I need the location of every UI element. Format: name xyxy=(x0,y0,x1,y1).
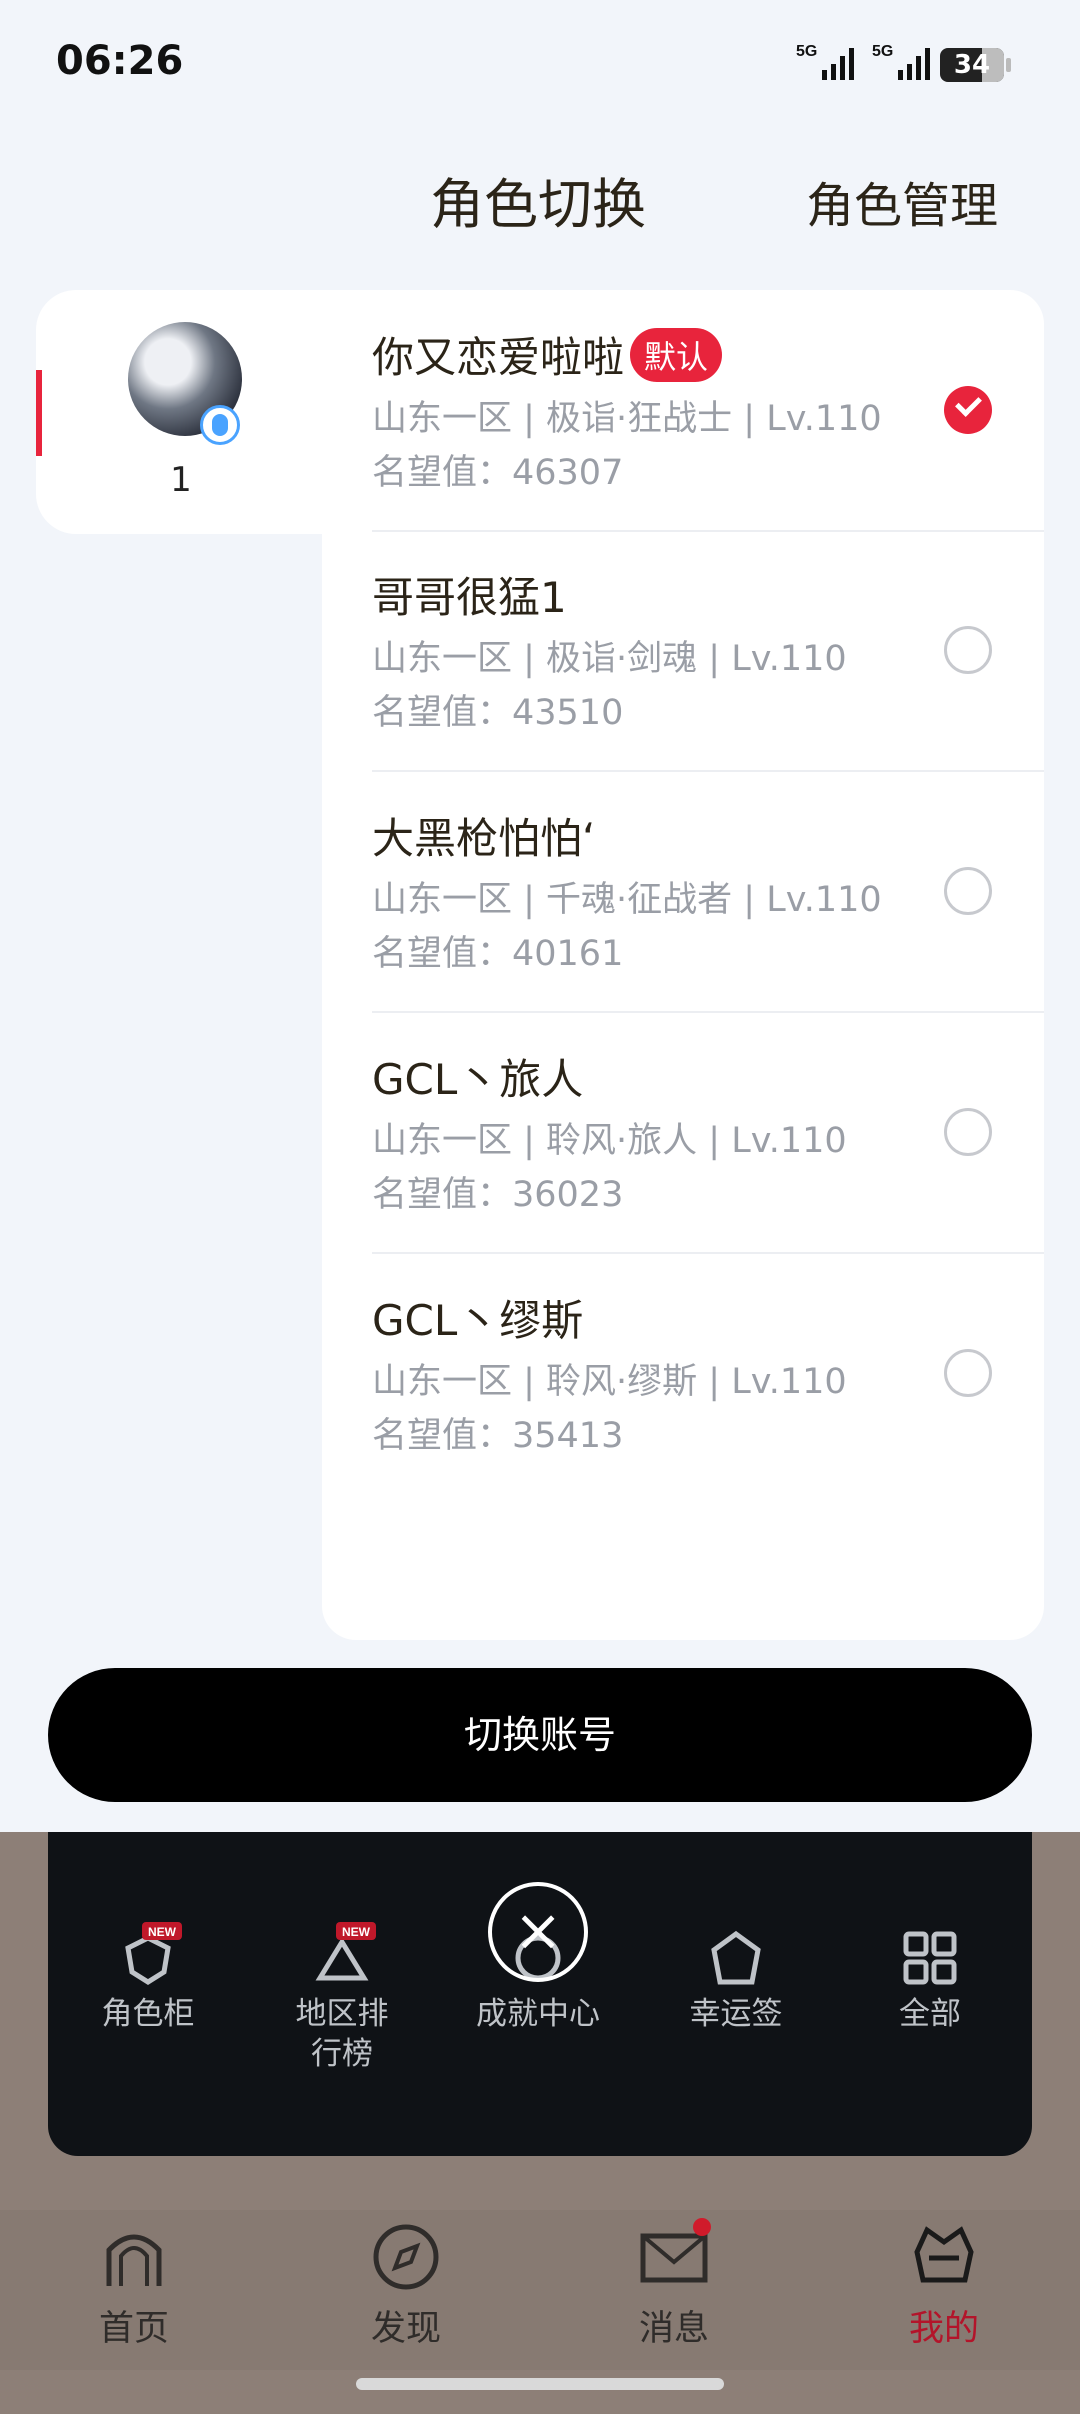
unread-dot xyxy=(693,2218,711,2236)
role-item[interactable]: 哥哥很猛1 山东一区 | 极诣·剑魂 | Lv.110 名望值：43510 xyxy=(372,530,1044,772)
quick-item-label: 地区排行榜 xyxy=(295,1996,389,2072)
home-icon xyxy=(99,2222,169,2292)
role-name: 哥哥很猛1 xyxy=(372,573,567,622)
tab-messages[interactable]: 消息 xyxy=(584,2218,764,2351)
status-bar: 06:26 5G 5G 34 xyxy=(0,0,1080,126)
svg-text:5G: 5G xyxy=(872,43,893,60)
role-manage-button[interactable]: 角色管理 xyxy=(806,166,998,236)
role-server: 山东一区 | 聆风·缪斯 | Lv.110 xyxy=(372,1362,847,1402)
role-name: GCL丶缪斯 xyxy=(372,1296,584,1345)
character-cabinet-icon: NEW xyxy=(118,1922,182,1988)
role-name: 大黑枪怕怕‘ xyxy=(372,814,596,863)
svg-text:NEW: NEW xyxy=(342,1925,371,1939)
role-item[interactable]: GCL丶缪斯 山东一区 | 聆风·缪斯 | Lv.110 名望值：35413 xyxy=(372,1253,1044,1493)
tab-label: 消息 xyxy=(638,2309,709,2349)
svg-text:NEW: NEW xyxy=(148,1925,177,1939)
quick-item-label: 幸运签 xyxy=(689,1996,783,2032)
role-radio[interactable] xyxy=(944,626,992,674)
tab-label: 我的 xyxy=(908,2309,979,2349)
role-item[interactable]: 你又恋爱啦啦 默认 山东一区 | 极诣·狂战士 | Lv.110 名望值：4630… xyxy=(372,290,1044,532)
role-server: 山东一区 | 聆风·旅人 | Lv.110 xyxy=(372,1121,847,1161)
svg-text:5G: 5G xyxy=(796,43,817,60)
mail-icon xyxy=(639,2218,711,2292)
role-radio[interactable] xyxy=(944,1349,992,1397)
ranking-icon: NEW xyxy=(312,1922,376,1988)
quick-item-all[interactable]: 全部 xyxy=(850,1928,1010,2034)
quick-item-label: 全部 xyxy=(899,1996,961,2032)
role-server: 山东一区 | 极诣·狂战士 | Lv.110 xyxy=(372,399,882,439)
role-fame: 名望值：46307 xyxy=(372,453,624,493)
account-selected-indicator xyxy=(36,370,42,456)
role-radio-checked[interactable] xyxy=(944,386,992,434)
quick-item-lucky-sign[interactable]: 幸运签 xyxy=(656,1928,816,2034)
role-fame: 名望值：40161 xyxy=(372,934,624,974)
quick-item-label: 成就中心 xyxy=(476,1996,600,2032)
compass-icon xyxy=(371,2222,441,2292)
role-radio[interactable] xyxy=(944,867,992,915)
tab-discover[interactable]: 发现 xyxy=(316,2222,496,2351)
role-item[interactable]: 大黑枪怕怕‘ 山东一区 | 千魂·征战者 | Lv.110 名望值：40161 xyxy=(372,771,1044,1013)
tab-home[interactable]: 首页 xyxy=(44,2222,224,2351)
role-fame: 名望值：35413 xyxy=(372,1416,624,1456)
tab-label: 首页 xyxy=(98,2309,169,2349)
switch-account-button[interactable]: 切换账号 xyxy=(48,1668,1032,1802)
role-server: 山东一区 | 千魂·征战者 | Lv.110 xyxy=(372,880,882,920)
page-title: 角色切换 xyxy=(430,173,646,236)
quick-item-label: 角色柜 xyxy=(101,1996,195,2032)
tab-mine[interactable]: 我的 xyxy=(854,2222,1034,2351)
battery-level: 34 xyxy=(953,50,991,80)
lucky-sign-icon xyxy=(706,1928,766,1988)
profile-icon xyxy=(909,2222,979,2292)
role-item[interactable]: GCL丶旅人 山东一区 | 聆风·旅人 | Lv.110 名望值：36023 xyxy=(372,1012,1044,1254)
status-time: 06:26 xyxy=(56,38,184,84)
quick-item-ranking[interactable]: NEW 地区排行榜 xyxy=(262,1922,422,2074)
role-radio[interactable] xyxy=(944,1108,992,1156)
qq-badge-icon xyxy=(200,405,240,445)
role-fame: 名望值：36023 xyxy=(372,1175,624,1215)
signal-5g-icon-2: 5G xyxy=(872,43,930,80)
home-indicator xyxy=(356,2378,724,2390)
tab-label: 发现 xyxy=(370,2309,441,2349)
close-icon[interactable]: × xyxy=(488,1882,588,1982)
quick-item-character-cabinet[interactable]: NEW 角色柜 xyxy=(68,1922,228,2034)
grid-icon xyxy=(900,1928,960,1988)
role-name: 你又恋爱啦啦 默认 xyxy=(372,324,723,385)
role-server: 山东一区 | 极诣·剑魂 | Lv.110 xyxy=(372,639,847,679)
role-name: GCL丶旅人 xyxy=(372,1055,584,1104)
role-fame: 名望值：43510 xyxy=(372,693,624,733)
account-name: 1 xyxy=(170,460,192,500)
default-badge: 默认 xyxy=(630,328,723,382)
battery-icon: 34 xyxy=(940,48,1011,82)
signal-5g-icon: 5G xyxy=(796,43,854,80)
